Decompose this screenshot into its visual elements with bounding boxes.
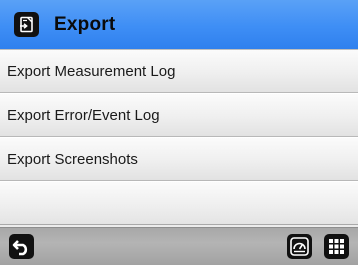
footer-bar — [0, 227, 358, 265]
meter-button[interactable] — [287, 234, 312, 259]
export-screen: Export Export Measurement Log Export Err… — [0, 0, 358, 265]
page-title: Export — [54, 13, 116, 35]
export-error-event-log-button[interactable]: Export Error/Event Log — [0, 93, 358, 137]
menu-item-label: Export Error/Event Log — [7, 106, 160, 124]
menu-item-label: Export Screenshots — [7, 150, 138, 168]
header-bar: Export — [0, 0, 358, 49]
menu-item-label: Export Measurement Log — [7, 62, 176, 80]
apps-grid-icon — [329, 239, 344, 254]
export-menu: Export Measurement Log Export Error/Even… — [0, 49, 358, 225]
export-document-icon — [14, 12, 39, 37]
meter-gauge-icon — [290, 237, 309, 256]
back-arrow-icon — [12, 240, 28, 256]
export-measurement-log-button[interactable]: Export Measurement Log — [0, 49, 358, 93]
apps-button[interactable] — [324, 234, 349, 259]
export-screenshots-button[interactable]: Export Screenshots — [0, 137, 358, 181]
empty-menu-slot — [0, 181, 358, 225]
back-button[interactable] — [9, 234, 34, 259]
